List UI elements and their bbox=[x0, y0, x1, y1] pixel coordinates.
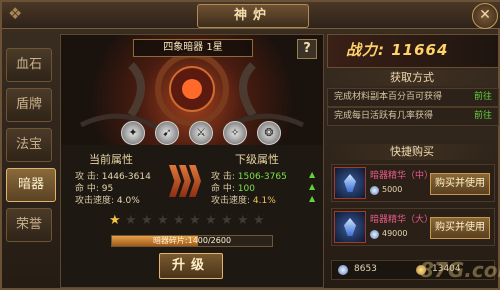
diamond-count: 8653 bbox=[354, 264, 377, 274]
buy-and-use-button[interactable]: 购买并使用 bbox=[430, 173, 490, 195]
diamond-icon bbox=[338, 265, 348, 275]
up-arrow-icon: ▲ bbox=[309, 194, 316, 203]
obtain-title: 获取方式 bbox=[327, 70, 497, 86]
progress-label: 暗器碎片:1400/2600 bbox=[152, 236, 232, 245]
current-stats-title: 当前属性 bbox=[89, 153, 133, 166]
next-speed-row: 攻击速度: 4.1% bbox=[211, 193, 276, 206]
shop-item: 暗器精华（中） 5000 购买并使用 bbox=[331, 164, 495, 202]
up-arrow-icon: ▲ bbox=[309, 170, 316, 179]
goto-link[interactable]: 前往 bbox=[474, 108, 492, 125]
star-empty-icon: ★ bbox=[237, 213, 249, 228]
star-empty-icon: ★ bbox=[141, 213, 153, 228]
fragment-progress-bar: 暗器碎片:1400/2600 bbox=[111, 235, 273, 247]
sidebar-item-honor[interactable]: 荣誉 bbox=[6, 208, 52, 242]
stat-value: 4.0% bbox=[116, 196, 140, 206]
shop-item: 暗器精华（大） 49000 购买并使用 bbox=[331, 208, 495, 246]
combat-power-box: 战力: 11664 bbox=[327, 34, 499, 68]
star-filled-icon: ★ bbox=[109, 213, 121, 228]
sidebar-item-blood-stone[interactable]: 血石 bbox=[6, 48, 52, 82]
diamond-icon bbox=[370, 230, 379, 239]
essence-crystal-icon bbox=[334, 167, 366, 199]
sidebar-item-hidden-weapon[interactable]: 暗器 bbox=[6, 168, 56, 202]
star-empty-icon: ★ bbox=[189, 213, 201, 228]
skill-slot-icon[interactable]: ❂ bbox=[257, 121, 281, 145]
star-empty-icon: ★ bbox=[157, 213, 169, 228]
star-empty-icon: ★ bbox=[253, 213, 265, 228]
item-name: 暗器精华（中） bbox=[370, 171, 434, 181]
star-empty-icon: ★ bbox=[221, 213, 233, 228]
stat-label: 攻击速度: bbox=[75, 196, 115, 206]
upgrade-button[interactable]: 升级 bbox=[159, 253, 223, 279]
close-button[interactable]: ✕ bbox=[472, 3, 498, 29]
sidebar-item-shield[interactable]: 盾牌 bbox=[6, 88, 52, 122]
window-title: 神炉 bbox=[197, 4, 309, 28]
obtain-text: 完成材料副本百分百可获得 bbox=[334, 92, 443, 102]
skill-slot-icon[interactable]: ➹ bbox=[155, 121, 179, 145]
obtain-row: 完成每日活跃有几率获得 前往 bbox=[327, 107, 499, 126]
item-price: 5000 bbox=[382, 185, 403, 194]
item-name: 暗器精华（大） bbox=[370, 215, 434, 225]
skill-row: ✦ ➹ ⚔ ✧ ❂ bbox=[121, 121, 301, 145]
ornament-icon: ❖ bbox=[8, 4, 23, 23]
skill-slot-icon[interactable]: ✧ bbox=[223, 121, 247, 145]
up-arrow-icon: ▲ bbox=[309, 182, 316, 191]
goto-link[interactable]: 前往 bbox=[474, 89, 492, 106]
skill-slot-icon[interactable]: ⚔ bbox=[189, 121, 213, 145]
current-speed-row: 攻击速度: 4.0% bbox=[75, 193, 140, 206]
arrow-right-icon bbox=[169, 165, 181, 197]
obtain-row: 完成材料副本百分百可获得 前往 bbox=[327, 88, 499, 107]
game-window: ❖ 神炉 ✕ 血石 盾牌 法宝 暗器 荣誉 四象暗器 1星 ? ✦ ➹ ⚔ ✧ … bbox=[0, 0, 500, 290]
help-button[interactable]: ? bbox=[297, 39, 317, 59]
item-price: 49000 bbox=[382, 229, 408, 238]
combat-power: 战力: 11664 bbox=[346, 41, 449, 59]
star-empty-icon: ★ bbox=[125, 213, 137, 228]
essence-crystal-icon bbox=[334, 211, 366, 243]
star-empty-icon: ★ bbox=[173, 213, 185, 228]
sidebar: 血石 盾牌 法宝 暗器 荣誉 bbox=[6, 48, 56, 248]
buy-and-use-button[interactable]: 购买并使用 bbox=[430, 217, 490, 239]
next-stats-title: 下级属性 bbox=[235, 153, 279, 166]
stat-label: 攻击速度: bbox=[211, 196, 251, 206]
stat-value: 4.1% bbox=[252, 196, 276, 206]
quick-buy-title: 快捷购买 bbox=[327, 144, 497, 160]
diamond-icon bbox=[370, 186, 379, 195]
artifact-display: 四象暗器 1星 ? ✦ ➹ ⚔ ✧ ❂ bbox=[61, 35, 323, 145]
right-panel: 战力: 11664 获取方式 完成材料副本百分百可获得 前往 完成每日活跃有几率… bbox=[327, 34, 499, 286]
artifact-name: 四象暗器 1星 bbox=[133, 39, 253, 57]
star-empty-icon: ★ bbox=[205, 213, 217, 228]
obtain-text: 完成每日活跃有几率获得 bbox=[334, 111, 434, 121]
watermark-logo: 87G.com bbox=[420, 258, 500, 282]
sidebar-item-magic-treasure[interactable]: 法宝 bbox=[6, 128, 52, 162]
title-bar: ❖ 神炉 ✕ bbox=[2, 2, 500, 29]
skill-slot-icon[interactable]: ✦ bbox=[121, 121, 145, 145]
main-panel: 四象暗器 1星 ? ✦ ➹ ⚔ ✧ ❂ 当前属性 下级属性 攻 击: 1446-… bbox=[60, 34, 324, 288]
